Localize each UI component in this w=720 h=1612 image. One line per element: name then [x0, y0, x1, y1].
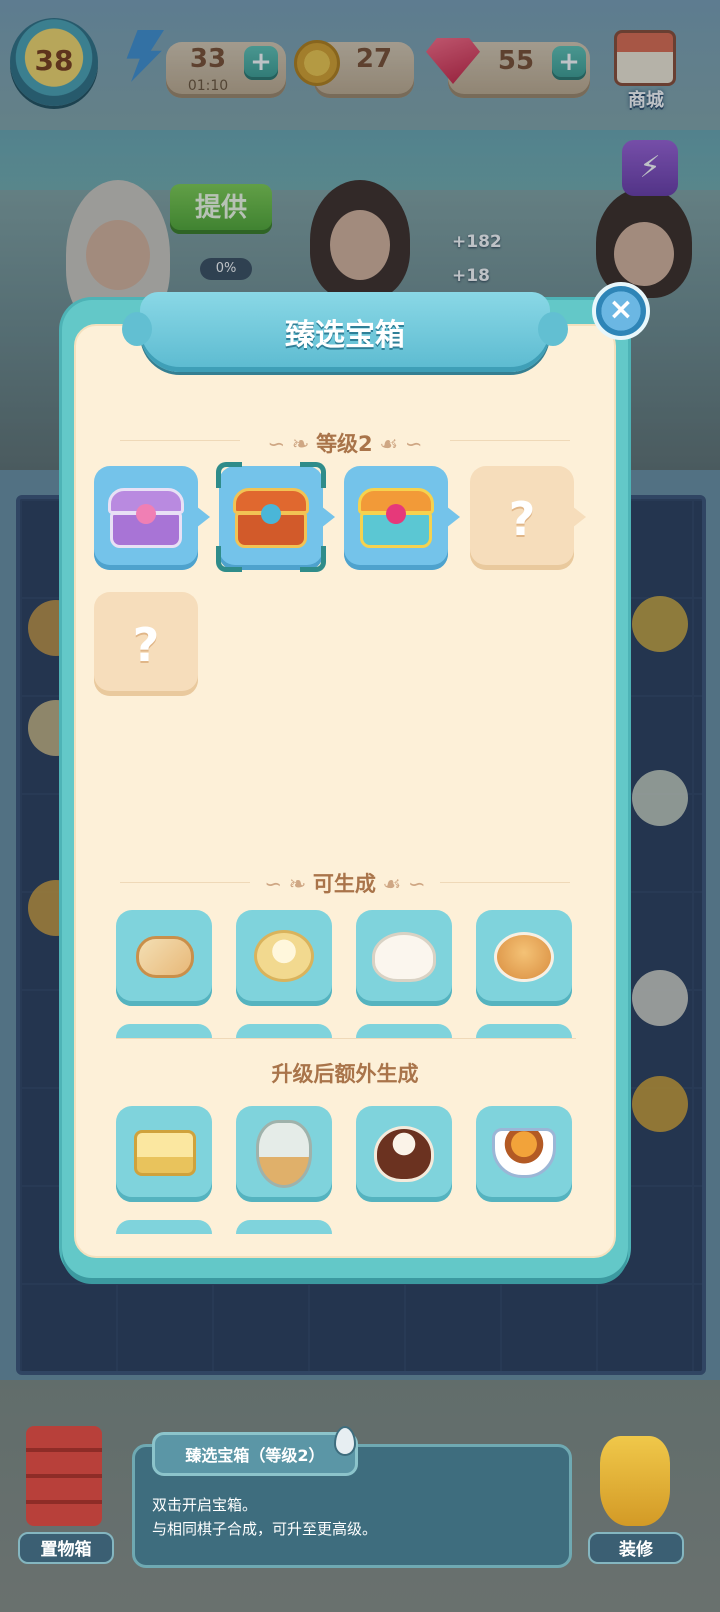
- order-progress: 0%: [200, 258, 252, 280]
- treasure-chest-icon: [358, 488, 434, 548]
- chocolate-dessert-icon: [374, 1126, 434, 1182]
- player-level-value: 38: [34, 44, 74, 77]
- add-energy-button[interactable]: +: [244, 46, 278, 80]
- purple-chest-icon: [108, 488, 184, 548]
- extra-item-4[interactable]: [476, 1106, 572, 1202]
- cake-slice-icon: [134, 1130, 196, 1176]
- divider-top: [116, 1038, 576, 1039]
- board-item-right-2: [632, 770, 688, 826]
- decorate-icon[interactable]: [600, 1436, 670, 1526]
- extra-item-5-partial: [116, 1220, 212, 1234]
- tea-set-icon: [256, 1120, 312, 1188]
- modal-title: 臻选宝箱: [285, 318, 405, 353]
- character-center: [310, 180, 410, 300]
- extra-section-heading: 升级后额外生成: [271, 1062, 419, 1086]
- selected-frame: [216, 462, 326, 572]
- reward-xp: +182: [452, 232, 502, 252]
- board-item-right-4: [632, 1076, 688, 1132]
- extra-item-1[interactable]: [116, 1106, 212, 1202]
- character-right: [596, 188, 692, 298]
- unknown-icon: ?: [508, 492, 536, 546]
- shop-icon[interactable]: [614, 30, 676, 86]
- coin-value: 27: [355, 44, 393, 74]
- heading-swirl-left: ∽ ❧: [264, 872, 313, 896]
- level-section-label: 等级2: [316, 432, 373, 456]
- bread-roll-icon: [136, 936, 194, 978]
- board-item-right-3: [632, 970, 688, 1026]
- chest-tile-level-5[interactable]: ?: [94, 592, 198, 696]
- heading-swirl-left: ∽ ❧: [267, 432, 317, 456]
- sesame-bun-icon: [494, 932, 554, 982]
- generate-item-2[interactable]: [236, 910, 332, 1006]
- provide-button[interactable]: 提供: [170, 184, 272, 234]
- chest-tile-level-3[interactable]: [344, 466, 460, 570]
- generate-item-4[interactable]: [476, 910, 572, 1006]
- generate-section-heading: ∽ ❧ 可生成 ☙ ∽: [74, 868, 616, 898]
- decorate-button[interactable]: 装修: [588, 1532, 684, 1564]
- add-gems-button[interactable]: +: [552, 46, 586, 80]
- level-section-heading: ∽ ❧ 等级2 ☙ ∽: [74, 428, 616, 458]
- storage-button[interactable]: 置物箱: [18, 1532, 114, 1564]
- generate-item-6-partial: [236, 1024, 332, 1038]
- chest-tile-level-4[interactable]: ?: [470, 466, 586, 570]
- energy-value: 33: [189, 44, 227, 74]
- item-info-line-2: 与相同棋子合成，可升至更高级。: [152, 1520, 378, 1538]
- player-level-badge[interactable]: 38: [10, 18, 98, 106]
- steamed-bun-icon: [372, 932, 436, 982]
- generate-item-1[interactable]: [116, 910, 212, 1006]
- shop-label[interactable]: 商城: [606, 86, 686, 112]
- extra-item-6-partial: [236, 1220, 332, 1234]
- info-drop-icon[interactable]: [334, 1426, 356, 1456]
- boost-button[interactable]: ⚡: [622, 140, 678, 196]
- board-item-right-1: [632, 596, 688, 652]
- heading-swirl-right: ☙ ∽: [372, 432, 423, 456]
- reward-coins: +18: [452, 266, 490, 286]
- generate-item-7-partial: [356, 1024, 452, 1038]
- close-button[interactable]: ×: [592, 282, 650, 340]
- generate-item-3[interactable]: [356, 910, 452, 1006]
- generate-item-5-partial: [116, 1024, 212, 1038]
- extra-item-3[interactable]: [356, 1106, 452, 1202]
- lemon-tea-icon: [492, 1128, 556, 1178]
- energy-timer: 01:10: [187, 78, 229, 94]
- unknown-icon: ?: [132, 618, 160, 672]
- item-info-title: 臻选宝箱（等级2）: [185, 1446, 325, 1465]
- extra-item-2[interactable]: [236, 1106, 332, 1202]
- cream-bun-icon: [254, 930, 314, 982]
- heading-swirl-right: ☙ ∽: [375, 872, 426, 896]
- storage-box-icon[interactable]: [26, 1426, 102, 1526]
- chest-tile-level-1[interactable]: [94, 466, 210, 570]
- coin-icon: [294, 40, 340, 86]
- gem-value: 55: [497, 46, 535, 76]
- generate-item-8-partial: [476, 1024, 572, 1038]
- generate-section-label: 可生成: [312, 872, 376, 896]
- item-info-line-1: 双击开启宝箱。: [152, 1496, 258, 1514]
